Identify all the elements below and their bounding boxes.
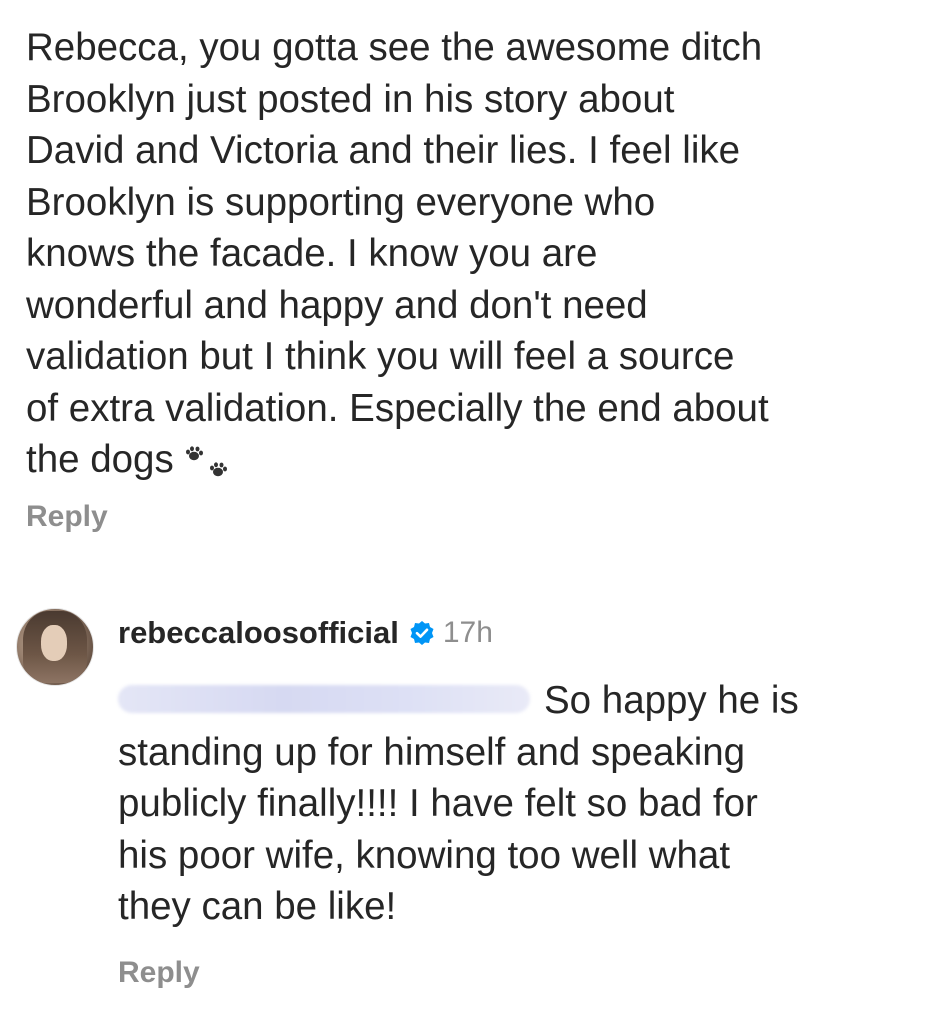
comment-line: Brooklyn is supporting everyone who (26, 180, 656, 224)
comment-line: Rebecca, you gotta see the awesome ditch (26, 26, 763, 69)
comment-last-line: the dogs (26, 434, 936, 486)
username[interactable]: rebeccaloosofficial (118, 615, 399, 651)
comment-line: Brooklyn just posted in his story about (26, 77, 675, 121)
avatar-face (41, 625, 67, 661)
comment-line: standing up for himself and speaking (118, 730, 746, 774)
comment-line: his poor wife, knowing too well what (118, 833, 731, 877)
avatar[interactable] (16, 608, 94, 686)
comment-header: rebeccaloosofficial 17h (118, 615, 493, 651)
comment-first: Rebecca, you gotta see the awesome ditch… (26, 22, 936, 486)
comment-first-text: Rebecca, you gotta see the awesome ditch… (26, 22, 936, 486)
verified-badge-icon (409, 620, 435, 646)
paw-prints-icon (184, 444, 232, 480)
comment-line: wonderful and happy and don't need (26, 283, 648, 327)
comment-line: So happy he is (544, 679, 799, 722)
reply-button[interactable]: Reply (26, 500, 108, 534)
redacted-mention (118, 684, 530, 713)
comment-line: they can be like! (118, 885, 397, 928)
comment-line: of extra validation. Especially the end … (26, 386, 769, 430)
comment-second-text: So happy he is standing up for himself a… (118, 675, 928, 933)
comment-line: knows the facade. I know you are (26, 232, 598, 275)
comment-line: publicly finally!!!! I have felt so bad … (118, 782, 758, 825)
comment-line: David and Victoria and their lies. I fee… (26, 129, 741, 172)
comment-second: So happy he is standing up for himself a… (118, 675, 928, 933)
reply-button[interactable]: Reply (118, 956, 200, 990)
comment-line: the dogs (26, 438, 174, 481)
comment-line: validation but I think you will feel a s… (26, 335, 735, 378)
timestamp: 17h (442, 616, 493, 649)
comment-first-line: So happy he is (118, 675, 928, 727)
